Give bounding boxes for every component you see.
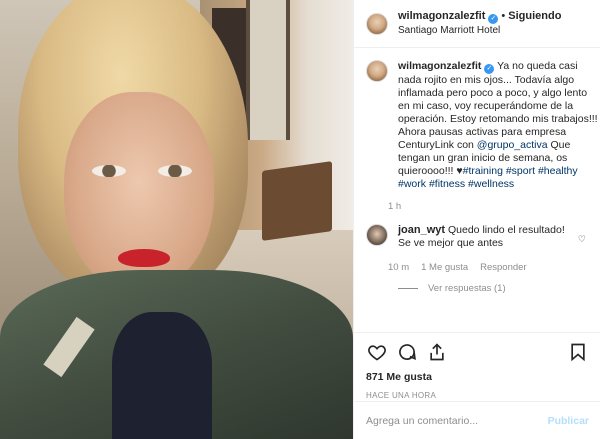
verified-badge-icon: ✓ <box>484 64 495 74</box>
comment-icon[interactable] <box>396 341 418 363</box>
comment-heart-icon[interactable]: ♡ <box>578 234 586 245</box>
hashtag-link[interactable]: #sport <box>506 165 535 177</box>
caption-username[interactable]: wilmagonzalezfit <box>398 60 481 72</box>
action-bar: 871 Me gusta HACE UNA HORA <box>354 332 600 400</box>
hashtag-link[interactable]: #healthy <box>538 165 578 177</box>
caption-text: wilmagonzalezfit ✓ Ya no queda casi nada … <box>398 60 598 191</box>
hashtag-link[interactable]: #work <box>398 178 426 190</box>
caption-avatar[interactable] <box>366 60 388 82</box>
share-icon[interactable] <box>426 341 448 363</box>
publish-button[interactable]: Publicar <box>548 415 589 427</box>
author-avatar[interactable] <box>366 12 388 35</box>
post-photo[interactable] <box>0 0 353 439</box>
hashtag-link[interactable]: #wellness <box>468 178 514 190</box>
reply-button[interactable]: Responder <box>480 262 526 273</box>
caption: wilmagonzalezfit ✓ Ya no queda casi nada … <box>366 60 598 212</box>
hashtag-link[interactable]: #fitness <box>429 178 465 190</box>
add-comment-bar: Publicar <box>354 401 600 439</box>
photo-eye-right <box>158 165 192 177</box>
verified-badge-icon: ✓ <box>488 14 499 24</box>
photo-eye-left <box>92 165 126 177</box>
separator-dot: • <box>501 10 506 22</box>
hashtag-link[interactable]: #training <box>463 165 503 177</box>
view-replies[interactable]: Ver respuestas (1) <box>398 283 588 294</box>
post-header: wilmagonzalezfit ✓ • Siguiendo Santiago Mar… <box>354 0 600 48</box>
photo-table <box>262 161 332 241</box>
likes-count[interactable]: 871 Me gusta <box>366 371 589 383</box>
comments-section: wilmagonzalezfit ✓ Ya no queda casi nada … <box>354 48 600 332</box>
author-username[interactable]: wilmagonzalezfit <box>398 10 485 22</box>
comment-age[interactable]: 10 m <box>388 262 409 273</box>
following-button[interactable]: Siguiendo <box>508 10 561 22</box>
caption-body: Ya no queda casi nada rojito en mis ojos… <box>398 60 598 151</box>
bookmark-icon[interactable] <box>567 341 589 363</box>
comment-likes[interactable]: 1 Me gusta <box>421 262 468 273</box>
photo-window <box>246 0 290 140</box>
comment-meta: 10 m 1 Me gusta Responder <box>388 262 578 273</box>
location-link[interactable]: Santiago Marriott Hotel <box>398 24 561 38</box>
mention-link[interactable]: @grupo_activa <box>477 139 548 151</box>
commenter-avatar[interactable] <box>366 224 388 246</box>
photo-shirt <box>112 312 212 439</box>
commenter-username[interactable]: joan_wyt <box>398 224 445 236</box>
caption-age[interactable]: 1 h <box>388 201 598 212</box>
heart-icon[interactable] <box>366 341 388 363</box>
replies-line <box>398 288 418 289</box>
photo-lips <box>118 249 170 267</box>
add-comment-input[interactable] <box>366 414 548 427</box>
post-timestamp[interactable]: HACE UNA HORA <box>366 391 589 400</box>
comment-text: joan_wyt Quedo lindo el resultado! Se ve… <box>398 224 578 250</box>
post-panel: wilmagonzalezfit ✓ • Siguiendo Santiago Mar… <box>353 0 600 439</box>
comment-item: joan_wyt Quedo lindo el resultado! Se ve… <box>366 224 588 273</box>
view-replies-label[interactable]: Ver respuestas (1) <box>428 283 506 294</box>
